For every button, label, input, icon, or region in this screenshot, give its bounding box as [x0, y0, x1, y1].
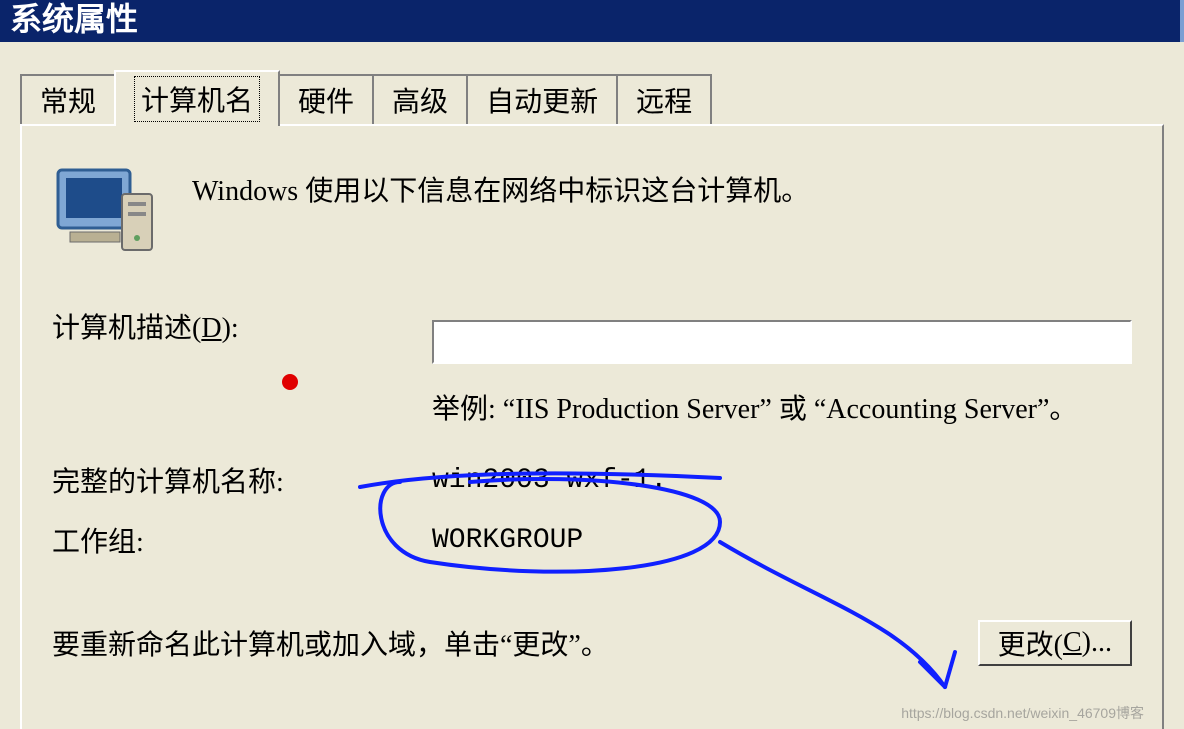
- workgroup-value: WORKGROUP: [432, 525, 583, 556]
- tab-remote[interactable]: 远程: [616, 74, 712, 124]
- full-name-label: 完整的计算机名称:: [52, 460, 432, 500]
- workgroup-label: 工作组:: [52, 520, 432, 560]
- description-label: 计算机描述(D):: [52, 306, 432, 378]
- watermark: https://blog.csdn.net/weixin_46709博客: [901, 703, 1144, 723]
- tab-auto-update[interactable]: 自动更新: [466, 74, 618, 124]
- red-dot-annotation: [282, 374, 298, 390]
- window-title: 系统属性: [10, 1, 138, 37]
- title-bar: 系统属性: [0, 0, 1184, 42]
- intro-text: Windows 使用以下信息在网络中标识这台计算机。: [192, 166, 1132, 212]
- tab-general[interactable]: 常规: [20, 74, 116, 124]
- rename-text: 要重新命名此计算机或加入域，单击“更改”。: [52, 623, 978, 663]
- computer-icon: [52, 166, 192, 266]
- dialog-body: 常规 计算机名 硬件 高级 自动更新 远程: [0, 42, 1184, 729]
- description-input[interactable]: [432, 320, 1132, 364]
- tab-panel: Windows 使用以下信息在网络中标识这台计算机。 计算机描述(D): 举例:…: [20, 124, 1164, 729]
- change-button[interactable]: 更改(C)...: [978, 620, 1132, 666]
- description-example: 举例: “IIS Production Server” 或 “Accountin…: [432, 390, 1132, 430]
- full-name-value: win2003-wxf-1.: [432, 465, 667, 496]
- tab-strip: 常规 计算机名 硬件 高级 自动更新 远程: [20, 72, 1164, 124]
- tab-advanced[interactable]: 高级: [372, 74, 468, 124]
- tab-computer-name[interactable]: 计算机名: [114, 70, 280, 126]
- tab-hardware[interactable]: 硬件: [278, 74, 374, 124]
